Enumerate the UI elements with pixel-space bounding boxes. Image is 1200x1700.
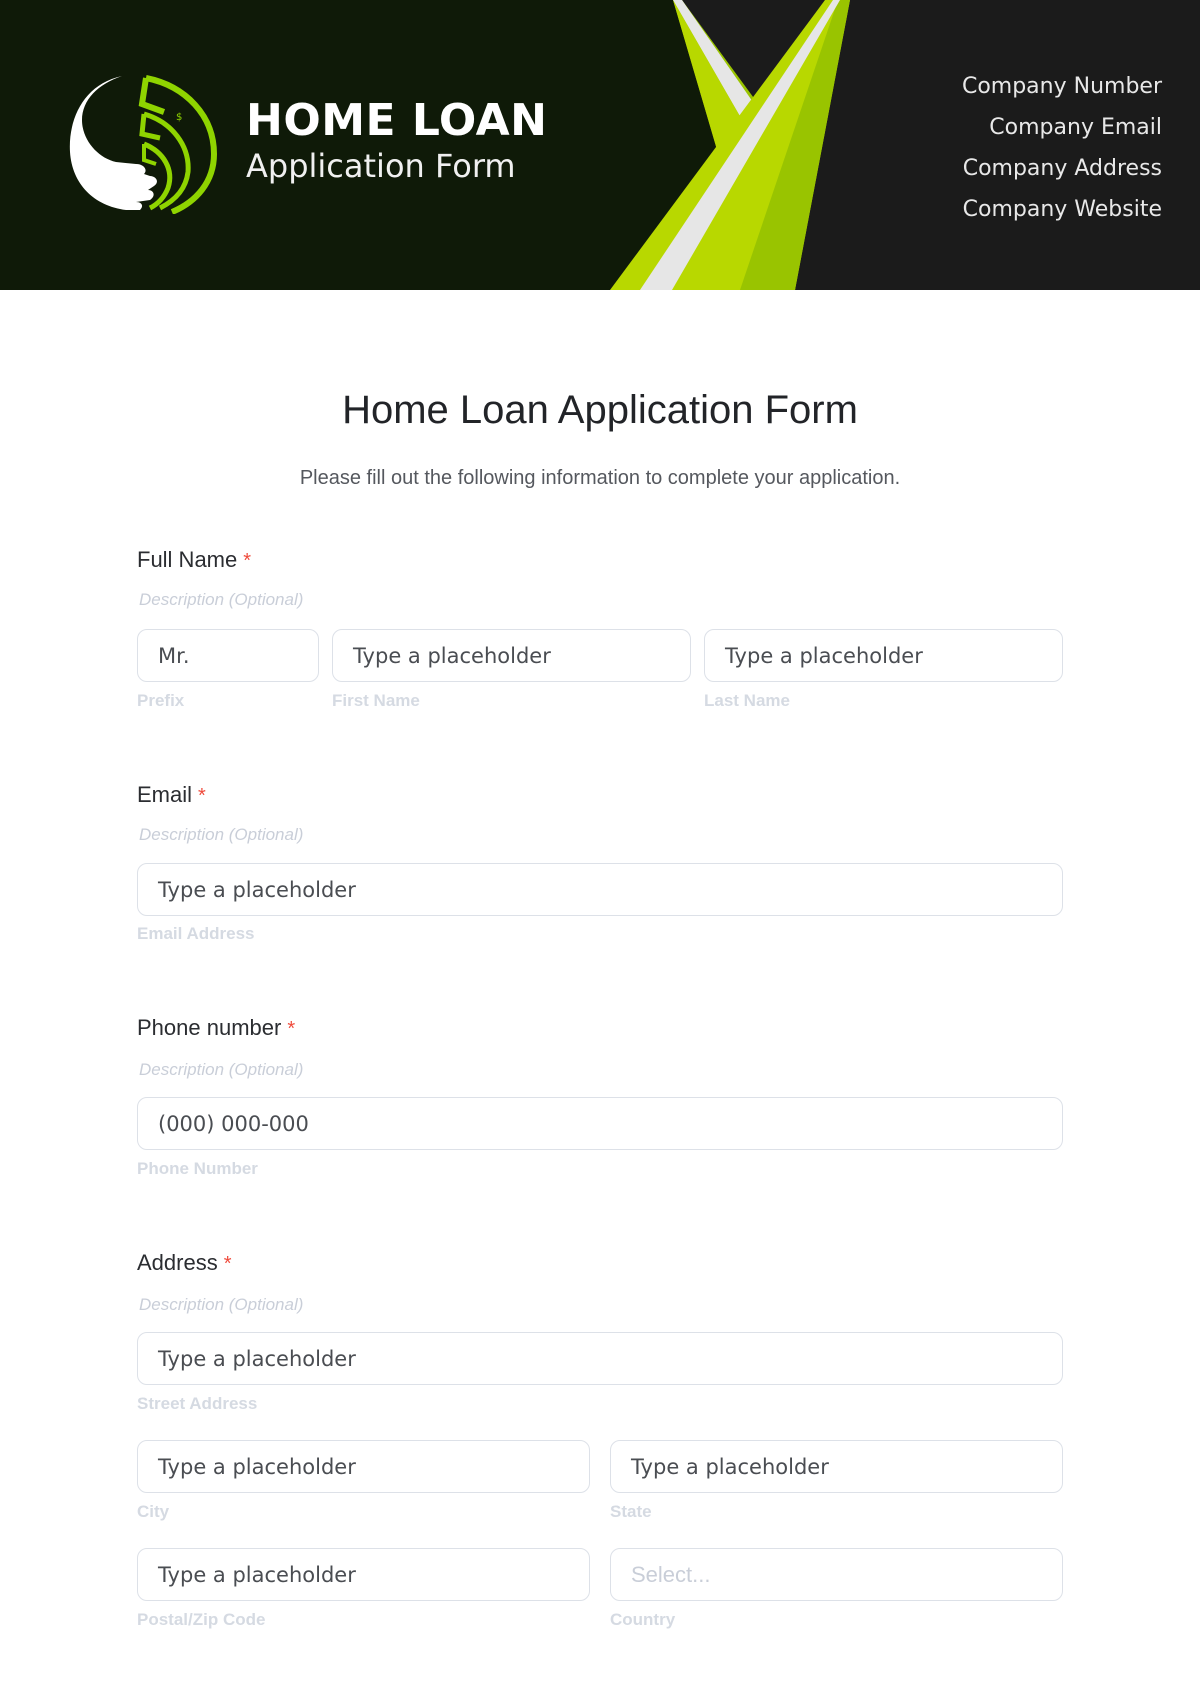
header-banner: $ HOME LOAN Application Form Company Num… xyxy=(0,0,1200,290)
email-label-text: Email xyxy=(137,782,193,807)
city-placeholder: Type a placeholder xyxy=(158,1454,356,1479)
company-info: Company Number Company Email Company Add… xyxy=(962,66,1162,230)
country-select[interactable]: Select... xyxy=(610,1548,1063,1601)
form-title: Home Loan Application Form xyxy=(342,388,858,432)
email-description: Description (Optional) xyxy=(139,825,304,844)
company-address: Company Address xyxy=(962,156,1162,181)
required-asterisk: * xyxy=(243,550,252,572)
home-loan-logo-icon: $ xyxy=(69,75,218,214)
company-email: Company Email xyxy=(989,115,1162,140)
city-sublabel: City xyxy=(137,1502,170,1521)
first-name-input[interactable]: Type a placeholder xyxy=(332,629,691,682)
address-description: Description (Optional) xyxy=(139,1295,304,1314)
required-asterisk: * xyxy=(223,1253,232,1275)
prefix-sublabel: Prefix xyxy=(137,691,185,710)
full-name-description: Description (Optional) xyxy=(139,590,304,609)
phone-label: Phone number * xyxy=(137,1015,295,1041)
postal-code-input[interactable]: Type a placeholder xyxy=(137,1548,590,1601)
street-address-placeholder: Type a placeholder xyxy=(158,1346,356,1371)
last-name-input[interactable]: Type a placeholder xyxy=(704,629,1063,682)
state-placeholder: Type a placeholder xyxy=(631,1454,829,1479)
phone-description: Description (Optional) xyxy=(139,1060,304,1079)
company-number: Company Number xyxy=(961,74,1162,99)
country-sublabel: Country xyxy=(610,1610,676,1629)
email-placeholder: Type a placeholder xyxy=(158,877,356,902)
brand-block: HOME LOAN Application Form xyxy=(246,96,547,186)
phone-input[interactable]: (000) 000-000 xyxy=(137,1097,1063,1150)
last-name-sublabel: Last Name xyxy=(704,691,790,710)
state-input[interactable]: Type a placeholder xyxy=(610,1440,1063,1493)
street-address-sublabel: Street Address xyxy=(137,1394,258,1413)
required-asterisk: * xyxy=(198,785,206,807)
state-sublabel: State xyxy=(610,1502,652,1521)
required-asterisk: * xyxy=(287,1018,296,1040)
logo-dollar-sign: $ xyxy=(176,112,182,123)
email-sublabel: Email Address xyxy=(137,924,255,943)
phone-placeholder: (000) 000-000 xyxy=(158,1111,309,1136)
brand-subtitle: Application Form xyxy=(246,147,516,185)
postal-code-sublabel: Postal/Zip Code xyxy=(137,1610,266,1629)
last-name-placeholder: Type a placeholder xyxy=(725,643,923,668)
form-subtitle: Please fill out the following informatio… xyxy=(299,467,901,489)
prefix-input[interactable]: Mr. xyxy=(137,629,319,682)
email-label: Email * xyxy=(137,782,206,808)
address-label: Address * xyxy=(137,1250,232,1276)
street-address-input[interactable]: Type a placeholder xyxy=(137,1332,1063,1385)
city-input[interactable]: Type a placeholder xyxy=(137,1440,590,1493)
full-name-label: Full Name * xyxy=(137,547,251,573)
brand-title: HOME LOAN xyxy=(246,95,548,146)
address-label-text: Address xyxy=(137,1250,218,1275)
full-name-label-text: Full Name xyxy=(137,547,238,572)
first-name-placeholder: Type a placeholder xyxy=(353,643,551,668)
email-input[interactable]: Type a placeholder xyxy=(137,863,1063,916)
phone-sublabel: Phone Number xyxy=(137,1159,258,1178)
prefix-value: Mr. xyxy=(158,643,190,668)
postal-code-placeholder: Type a placeholder xyxy=(158,1562,356,1587)
phone-label-text: Phone number xyxy=(137,1015,282,1040)
company-website: Company Website xyxy=(962,197,1162,222)
country-placeholder: Select... xyxy=(631,1561,711,1587)
first-name-sublabel: First Name xyxy=(332,691,420,710)
